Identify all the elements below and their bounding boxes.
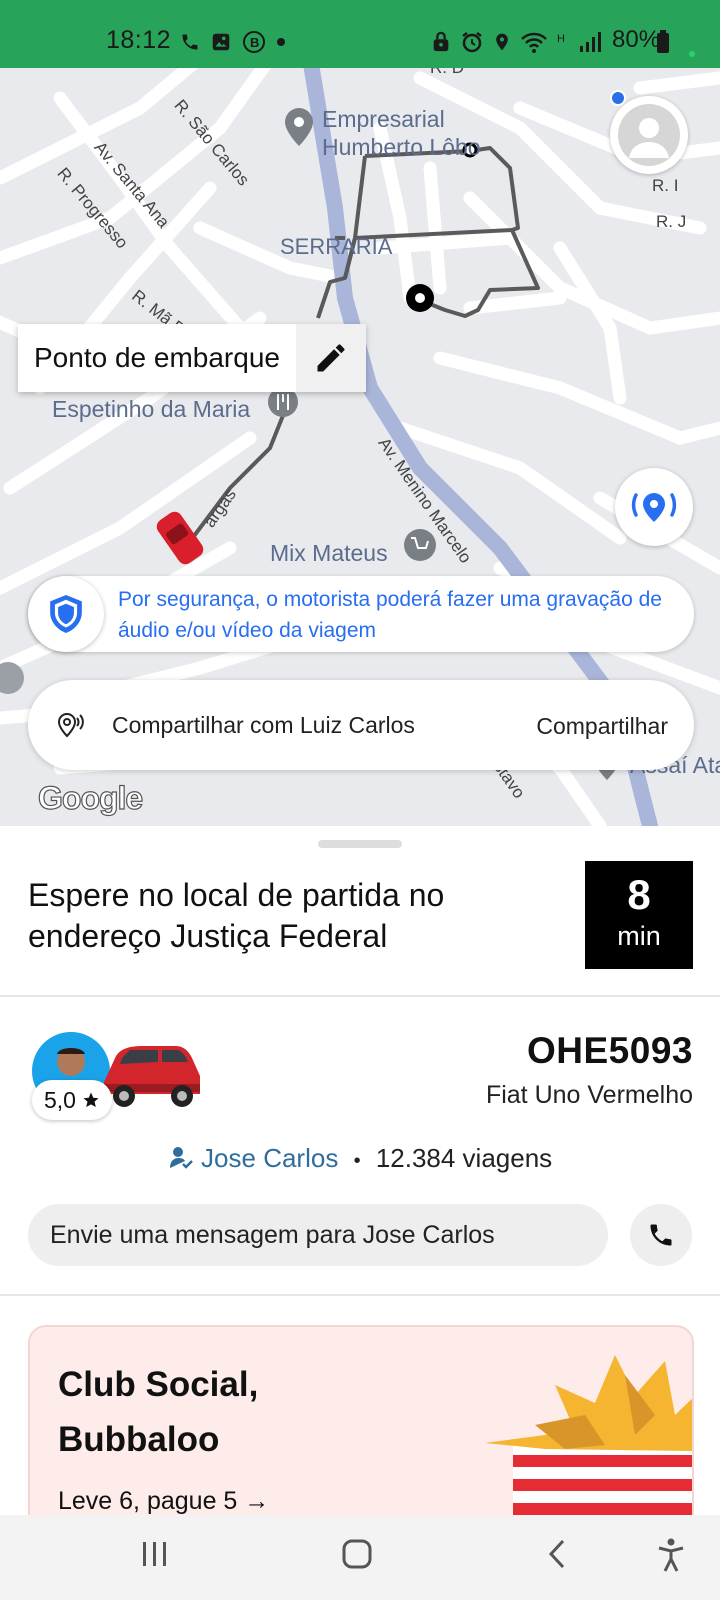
driver-trip-count: 12.384 viagens bbox=[375, 1143, 553, 1173]
promo-title: Club Social, Bubbaloo bbox=[58, 1357, 258, 1467]
poi-mix-mateus-pin bbox=[404, 529, 436, 561]
divider bbox=[0, 1294, 720, 1296]
person-icon bbox=[629, 118, 669, 158]
driver-name[interactable]: Jose Carlos bbox=[201, 1143, 338, 1173]
system-nav-bar bbox=[0, 1515, 720, 1600]
safety-banner[interactable]: Por segurança, o motorista poderá fazer … bbox=[28, 576, 694, 652]
avatar bbox=[618, 104, 680, 166]
eta-unit: min bbox=[617, 921, 661, 951]
profile-avatar-button[interactable] bbox=[610, 96, 688, 174]
share-trip-bar[interactable]: Compartilhar com Luiz Carlos Compartilha… bbox=[28, 680, 694, 770]
street-label-rd: R. D bbox=[430, 68, 464, 78]
status-right-icons: H bbox=[430, 30, 604, 54]
poi-hospital-pin bbox=[0, 662, 24, 694]
shield-badge bbox=[28, 576, 104, 652]
status-bar: 18:12 B H 80% bbox=[0, 0, 720, 68]
sheet-handle[interactable] bbox=[318, 840, 402, 848]
map-view[interactable]: R. São Carlos Av. Santa Ana R. Progresso… bbox=[0, 68, 720, 826]
status-time: 18:12 bbox=[106, 26, 172, 54]
neighborhood-label-serraria: SERRARIA bbox=[280, 234, 393, 259]
poi-label-empresarial-2: Humberto Lôbo bbox=[322, 134, 481, 160]
status-left-icons: B bbox=[180, 30, 286, 54]
pickup-point-label: Ponto de embarque bbox=[34, 342, 280, 373]
street-label-rj: R. J bbox=[656, 212, 687, 231]
street-label-ri: R. I bbox=[652, 176, 679, 195]
shield-icon bbox=[50, 595, 82, 633]
edit-pickup-button[interactable] bbox=[295, 324, 366, 392]
b-icon: B bbox=[243, 31, 265, 53]
poi-label-empresarial-1: Empresarial bbox=[322, 106, 445, 132]
signal-icon bbox=[580, 32, 601, 52]
share-pin-icon bbox=[57, 712, 84, 738]
location-icon bbox=[496, 33, 508, 51]
license-plate: OHE5093 bbox=[527, 1030, 693, 1071]
message-driver-input[interactable]: Envie uma mensagem para Jose Carlos bbox=[28, 1204, 608, 1266]
image-icon bbox=[212, 33, 230, 51]
recents-icon[interactable] bbox=[140, 1537, 170, 1571]
divider bbox=[0, 995, 720, 997]
car-model: Fiat Uno Vermelho bbox=[485, 1081, 693, 1109]
promo-title-line-2: Bubbaloo bbox=[58, 1420, 220, 1459]
svg-text:H: H bbox=[557, 33, 565, 45]
alarm-lock-icon bbox=[433, 31, 449, 52]
separator-dot: • bbox=[353, 1150, 361, 1172]
alarm-icon bbox=[462, 32, 482, 53]
h-icon: H bbox=[557, 33, 565, 45]
locate-icon bbox=[631, 493, 677, 522]
call-icon bbox=[650, 1224, 672, 1246]
star-icon bbox=[83, 1092, 99, 1108]
car-image bbox=[104, 1046, 200, 1107]
battery-percent: 80% bbox=[612, 26, 661, 53]
poi-label-mix-mateus: Mix Mateus bbox=[270, 540, 388, 566]
back-icon[interactable] bbox=[545, 1537, 569, 1571]
snack-illustration bbox=[485, 1355, 692, 1525]
edit-icon bbox=[317, 344, 345, 372]
svg-text:B: B bbox=[250, 35, 259, 50]
home-icon[interactable] bbox=[340, 1537, 374, 1571]
driver-info-line: Jose Carlos • 12.384 viagens bbox=[0, 1143, 720, 1174]
locate-button[interactable] bbox=[615, 468, 693, 546]
notification-dot bbox=[610, 90, 626, 106]
car-marker bbox=[156, 511, 204, 565]
eta-value: 8 bbox=[627, 871, 651, 918]
pickup-point-chip[interactable]: Ponto de embarque bbox=[18, 324, 366, 392]
notification-dot bbox=[689, 51, 695, 57]
driver-check-icon bbox=[169, 1147, 193, 1169]
call-driver-button[interactable] bbox=[630, 1204, 692, 1266]
promo-title-line-1: Club Social, bbox=[58, 1365, 259, 1404]
rating-value: 5,0 bbox=[44, 1086, 76, 1113]
poi-label-espetinho: Espetinho da Maria bbox=[52, 396, 251, 422]
phone-icon bbox=[182, 34, 198, 50]
accessibility-icon[interactable] bbox=[656, 1537, 686, 1573]
dot-icon bbox=[277, 38, 285, 46]
promo-subtitle: Leve 6, pague 5 → bbox=[58, 1487, 270, 1515]
safety-banner-text: Por segurança, o motorista poderá fazer … bbox=[118, 588, 662, 642]
wait-message: Espere no local de partida no endereço J… bbox=[28, 877, 445, 954]
wifi-icon bbox=[521, 32, 547, 53]
share-button[interactable]: Compartilhar bbox=[536, 713, 668, 740]
share-trip-text: Compartilhar com Luiz Carlos bbox=[112, 712, 415, 738]
poi-empresarial-pin bbox=[285, 108, 313, 146]
eta-badge: 8 min bbox=[585, 861, 693, 969]
battery-icon bbox=[657, 30, 669, 53]
driver-rating: 5,0 bbox=[32, 1080, 112, 1120]
google-logo: Google bbox=[37, 779, 143, 816]
